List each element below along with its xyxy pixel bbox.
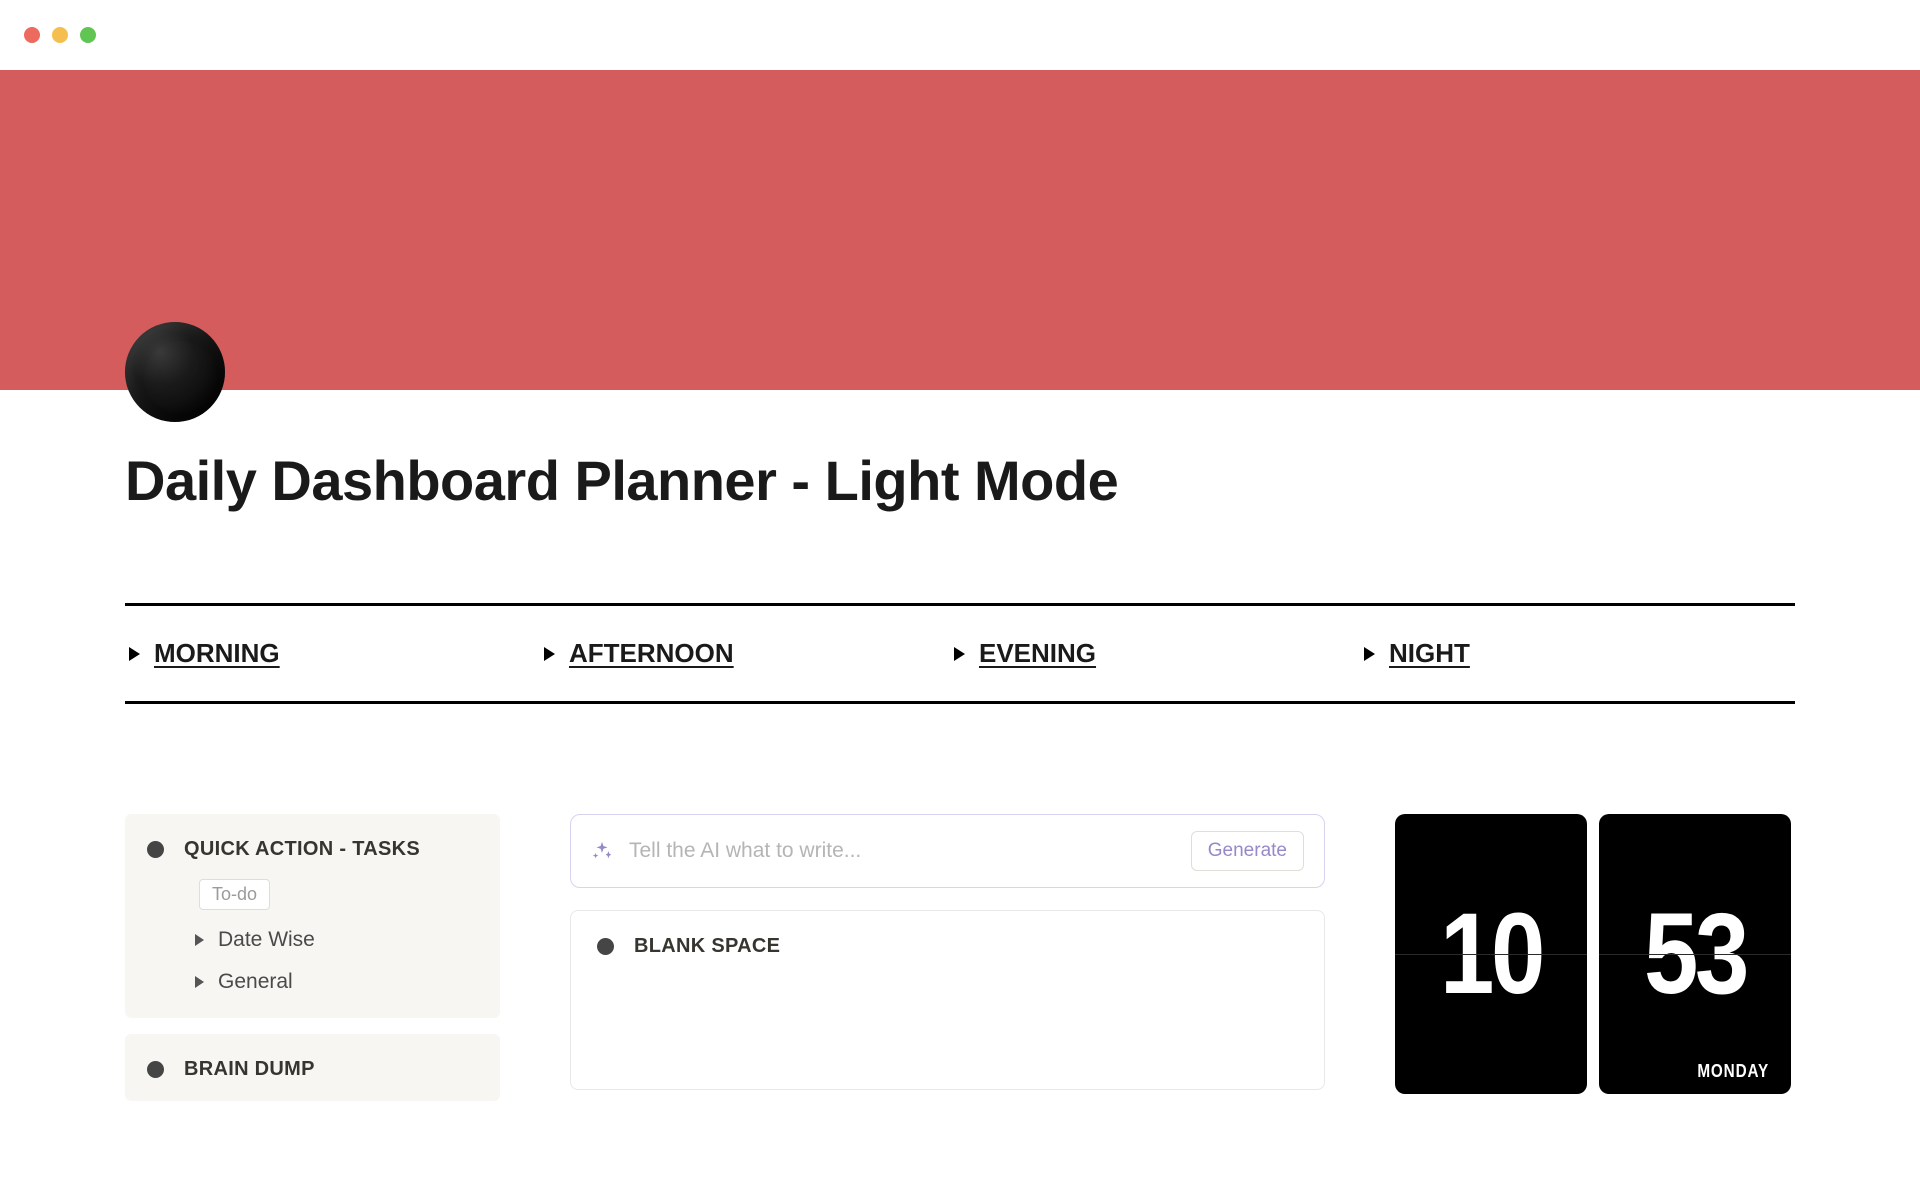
flip-clock-minute: 53 MONDAY	[1599, 814, 1791, 1094]
minimize-window-button[interactable]	[52, 27, 68, 43]
close-window-button[interactable]	[24, 27, 40, 43]
toggle-label: MORNING	[154, 638, 280, 669]
toggle-night[interactable]: NIGHT	[1360, 638, 1795, 669]
ai-prompt-input[interactable]	[629, 839, 1175, 863]
todo-view-chip[interactable]: To-do	[199, 879, 270, 910]
triangle-right-icon	[544, 647, 555, 661]
toggle-evening[interactable]: EVENING	[950, 638, 1360, 669]
quick-action-header[interactable]: QUICK ACTION - TASKS	[147, 838, 478, 861]
page-icon[interactable]	[125, 322, 225, 422]
sidebar-item-label: Date Wise	[218, 928, 315, 952]
toggle-label: NIGHT	[1389, 638, 1470, 669]
toggle-label: EVENING	[979, 638, 1096, 669]
toggle-afternoon[interactable]: AFTERNOON	[540, 638, 950, 669]
triangle-right-icon	[954, 647, 965, 661]
brain-dump-title: BRAIN DUMP	[184, 1058, 315, 1081]
clock-day-label: MONDAY	[1697, 1061, 1769, 1082]
center-column: Generate BLANK SPACE	[570, 814, 1325, 1101]
window-traffic-lights	[0, 0, 1920, 70]
generate-button[interactable]: Generate	[1191, 831, 1304, 871]
triangle-right-icon	[1364, 647, 1375, 661]
triangle-right-icon	[195, 976, 204, 988]
brain-dump-header[interactable]: BRAIN DUMP	[147, 1058, 478, 1081]
bullet-icon	[147, 1061, 164, 1078]
ai-prompt-bar[interactable]: Generate	[570, 814, 1325, 888]
bullet-icon	[147, 841, 164, 858]
toggle-morning[interactable]: MORNING	[125, 638, 540, 669]
triangle-right-icon	[129, 647, 140, 661]
triangle-right-icon	[195, 934, 204, 946]
clock-hour-value: 10	[1440, 888, 1542, 1020]
cover-image[interactable]	[0, 70, 1920, 390]
quick-action-title: QUICK ACTION - TASKS	[184, 838, 420, 861]
left-sidebar-column: QUICK ACTION - TASKS To-do Date Wise Gen…	[125, 814, 500, 1101]
quick-action-card: QUICK ACTION - TASKS To-do Date Wise Gen…	[125, 814, 500, 1018]
toggle-label: AFTERNOON	[569, 638, 734, 669]
page-title[interactable]: Daily Dashboard Planner - Light Mode	[125, 390, 1795, 513]
sparkle-icon	[591, 840, 613, 862]
sidebar-item-label: General	[218, 970, 293, 994]
time-block-row: MORNING AFTERNOON EVENING NIGHT	[125, 606, 1795, 701]
flip-clock-hour: 10	[1395, 814, 1587, 1094]
blank-space-title: BLANK SPACE	[634, 935, 780, 958]
right-column: 10 53 MONDAY	[1395, 814, 1795, 1101]
blank-space-card[interactable]: BLANK SPACE	[570, 910, 1325, 1090]
sidebar-item-general[interactable]: General	[195, 970, 478, 994]
brain-dump-card: BRAIN DUMP	[125, 1034, 500, 1101]
maximize-window-button[interactable]	[80, 27, 96, 43]
clock-minute-value: 53	[1644, 888, 1746, 1020]
flip-clock-widget: 10 53 MONDAY	[1395, 814, 1795, 1094]
divider-bottom	[125, 701, 1795, 704]
sidebar-item-date-wise[interactable]: Date Wise	[195, 928, 478, 952]
bullet-icon	[597, 938, 614, 955]
